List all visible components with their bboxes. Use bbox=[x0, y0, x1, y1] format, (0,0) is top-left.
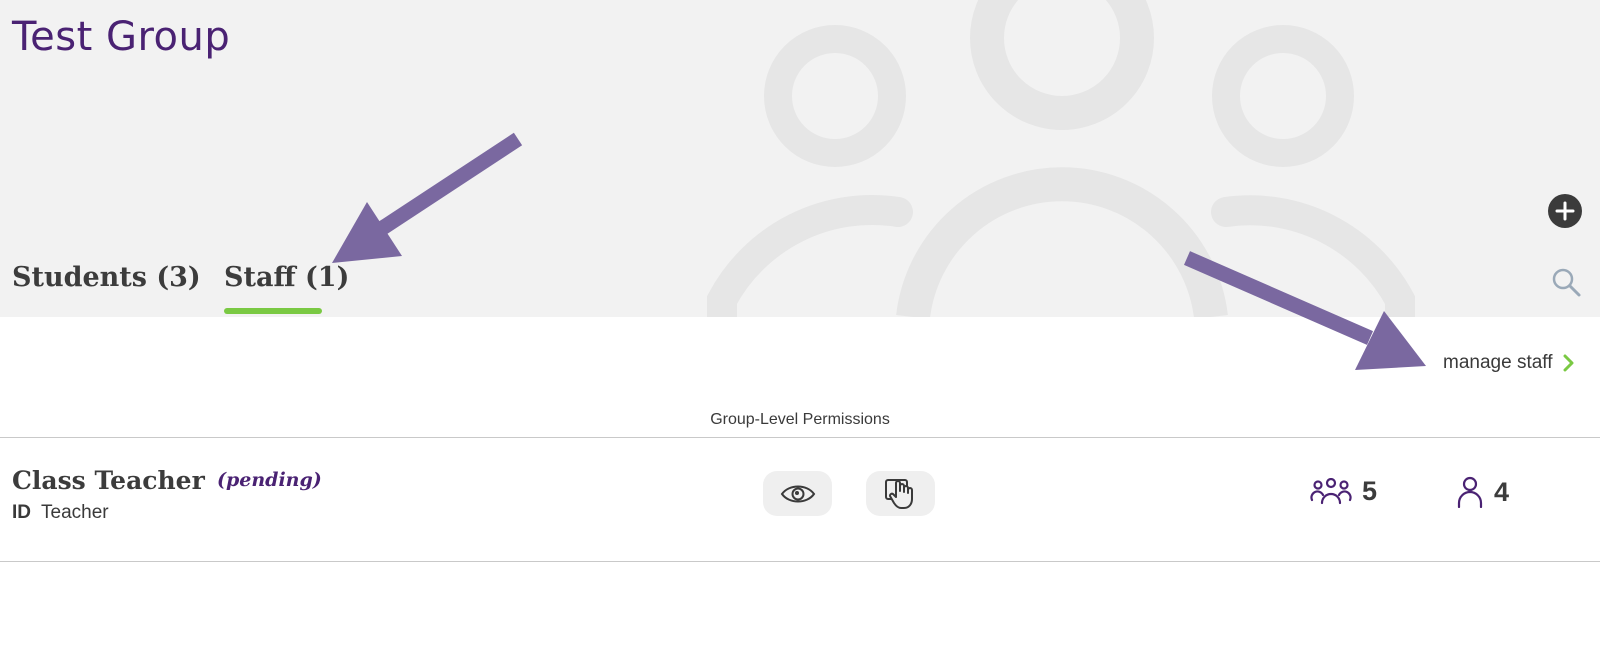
tab-students[interactable]: Students (3) bbox=[12, 262, 201, 293]
id-label: ID bbox=[12, 502, 31, 523]
student-groups-count: 5 bbox=[1310, 476, 1377, 507]
tab-staff[interactable]: Staff (1) bbox=[224, 262, 349, 293]
table-divider bbox=[0, 437, 1600, 438]
manage-staff-link[interactable]: manage staff bbox=[1443, 352, 1575, 374]
students-count: 4 bbox=[1456, 476, 1509, 508]
manage-staff-label: manage staff bbox=[1443, 352, 1553, 373]
table-divider bbox=[0, 561, 1600, 562]
student-groups-count-value: 5 bbox=[1362, 476, 1378, 506]
users-group-icon bbox=[1310, 477, 1352, 504]
active-tab-indicator bbox=[224, 308, 322, 314]
add-button[interactable] bbox=[1548, 194, 1582, 228]
group-title: Test Group bbox=[12, 14, 231, 60]
view-permission-toggle[interactable] bbox=[763, 471, 832, 516]
interact-permission-toggle[interactable] bbox=[866, 471, 935, 516]
search-icon bbox=[1552, 268, 1581, 297]
chevron-right-icon bbox=[1563, 354, 1574, 372]
group-header: Test Group Students (3) Staff (1) bbox=[0, 0, 1600, 317]
user-icon bbox=[1457, 476, 1483, 508]
staff-id: ID Teacher bbox=[12, 502, 109, 524]
plus-icon bbox=[1555, 201, 1575, 221]
eye-icon bbox=[780, 485, 815, 502]
id-value: Teacher bbox=[41, 502, 109, 523]
search-button[interactable] bbox=[1550, 266, 1584, 300]
staff-name[interactable]: Class Teacher bbox=[12, 466, 205, 495]
students-count-value: 4 bbox=[1494, 476, 1510, 507]
group-permissions-header: Group-Level Permissions bbox=[710, 411, 890, 428]
status-badge: (pending) bbox=[217, 469, 322, 491]
hand-pointer-icon bbox=[884, 478, 913, 509]
